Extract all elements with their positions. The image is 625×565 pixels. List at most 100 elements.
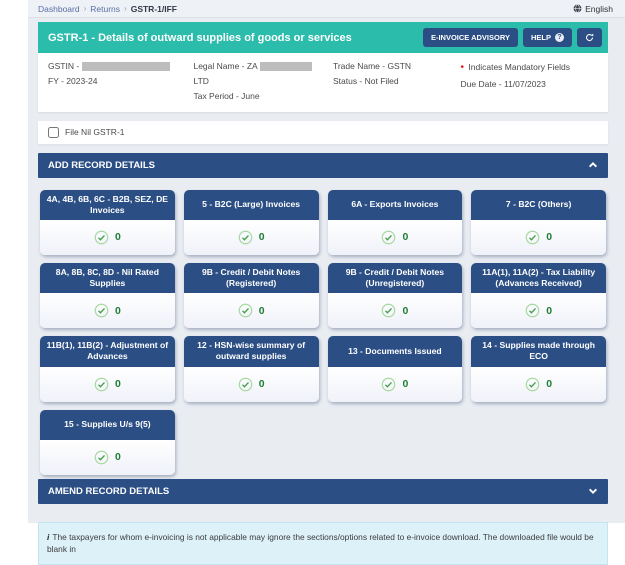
- record-tile[interactable]: 14 - Supplies made through ECO 0: [471, 336, 606, 401]
- record-tile[interactable]: 6A - Exports Invoices 0: [328, 190, 463, 255]
- tile-title: 8A, 8B, 8C, 8D - Nil Rated Supplies: [40, 263, 175, 293]
- redacted-gstin: [82, 62, 170, 71]
- info-col-1: GSTIN - FY - 2023-24: [48, 59, 185, 104]
- record-tile[interactable]: 12 - HSN-wise summary of outward supplie…: [184, 336, 319, 401]
- refresh-button[interactable]: [577, 28, 602, 47]
- tile-body: 0: [328, 293, 463, 328]
- record-tile[interactable]: 11B(1), 11B(2) - Adjustment of Advances …: [40, 336, 175, 401]
- record-tile[interactable]: 11A(1), 11A(2) - Tax Liability (Advances…: [471, 263, 606, 328]
- legal-name-value: Legal Name - ZA LTD: [193, 59, 325, 89]
- record-tile[interactable]: 9B - Credit / Debit Notes (Registered) 0: [184, 263, 319, 328]
- record-tile[interactable]: 4A, 4B, 6B, 6C - B2B, SEZ, DE Invoices 0: [40, 190, 175, 255]
- tile-count: 0: [546, 305, 552, 317]
- mandatory-dot-icon: •: [461, 62, 465, 73]
- breadcrumb-returns[interactable]: Returns: [90, 4, 120, 14]
- e-invoice-advisory-button[interactable]: E-INVOICE ADVISORY: [423, 28, 518, 47]
- tile-title: 9B - Credit / Debit Notes (Unregistered): [328, 263, 463, 293]
- page: Dashboard › Returns › GSTR-1/IFF English…: [28, 0, 625, 523]
- breadcrumb-separator: ›: [124, 4, 127, 13]
- tile-body: 0: [328, 367, 463, 402]
- globe-icon: [573, 4, 582, 13]
- language-selector[interactable]: English: [573, 4, 613, 14]
- page-title: GSTR-1 - Details of outward supplies of …: [48, 32, 352, 44]
- file-nil-label: File Nil GSTR-1: [65, 127, 125, 137]
- tile-title: 11B(1), 11B(2) - Adjustment of Advances: [40, 336, 175, 366]
- file-nil-checkbox[interactable]: [48, 127, 59, 138]
- check-circle-icon: [94, 303, 109, 318]
- due-date-value: Due Date - 11/07/2023: [461, 77, 598, 92]
- breadcrumb-dashboard[interactable]: Dashboard: [38, 4, 80, 14]
- breadcrumb-separator: ›: [84, 4, 87, 13]
- fy-value: FY - 2023-24: [48, 74, 185, 89]
- tile-body: 0: [328, 220, 463, 255]
- help-button[interactable]: HELP ?: [523, 28, 572, 47]
- tile-count: 0: [546, 378, 552, 390]
- tile-count: 0: [402, 305, 408, 317]
- tile-title: 5 - B2C (Large) Invoices: [184, 190, 319, 220]
- amend-record-details-header[interactable]: AMEND RECORD DETAILS: [38, 479, 608, 504]
- tile-title: 12 - HSN-wise summary of outward supplie…: [184, 336, 319, 366]
- tile-count: 0: [115, 231, 121, 243]
- check-circle-icon: [381, 377, 396, 392]
- tax-period-value: Tax Period - June: [193, 89, 325, 104]
- tile-body: 0: [471, 367, 606, 402]
- page-header: GSTR-1 - Details of outward supplies of …: [38, 22, 608, 53]
- tile-body: 0: [471, 220, 606, 255]
- tile-count: 0: [402, 231, 408, 243]
- breadcrumb: Dashboard › Returns › GSTR-1/IFF: [38, 4, 177, 14]
- e-invoice-advisory-label: E-INVOICE ADVISORY: [431, 33, 510, 42]
- tile-title: 6A - Exports Invoices: [328, 190, 463, 220]
- top-bar: Dashboard › Returns › GSTR-1/IFF English: [28, 0, 625, 18]
- tile-title: 13 - Documents Issued: [328, 336, 463, 366]
- amend-record-details-label: AMEND RECORD DETAILS: [48, 486, 169, 497]
- breadcrumb-current: GSTR-1/IFF: [131, 4, 177, 14]
- check-circle-icon: [381, 303, 396, 318]
- tile-count: 0: [402, 378, 408, 390]
- language-label: English: [585, 4, 613, 14]
- tile-title: 11A(1), 11A(2) - Tax Liability (Advances…: [471, 263, 606, 293]
- check-circle-icon: [238, 303, 253, 318]
- tile-body: 0: [40, 293, 175, 328]
- tile-count: 0: [115, 378, 121, 390]
- record-tile[interactable]: 5 - B2C (Large) Invoices 0: [184, 190, 319, 255]
- chevron-down-icon: [588, 486, 598, 496]
- add-record-details-header[interactable]: ADD RECORD DETAILS: [38, 153, 608, 178]
- check-circle-icon: [381, 230, 396, 245]
- file-nil-row: File Nil GSTR-1: [38, 121, 608, 144]
- tile-body: 0: [40, 367, 175, 402]
- info-col-2: Legal Name - ZA LTD Tax Period - June: [193, 59, 325, 104]
- gstin-value: GSTIN -: [48, 59, 185, 74]
- tile-body: 0: [40, 440, 175, 475]
- record-tile[interactable]: 9B - Credit / Debit Notes (Unregistered)…: [328, 263, 463, 328]
- tile-body: 0: [184, 220, 319, 255]
- tile-count: 0: [546, 231, 552, 243]
- return-info-panel: GSTIN - FY - 2023-24 Legal Name - ZA LTD…: [38, 53, 608, 112]
- check-circle-icon: [525, 377, 540, 392]
- check-circle-icon: [94, 377, 109, 392]
- record-tile[interactable]: 15 - Supplies U/s 9(5) 0: [40, 410, 175, 475]
- tile-count: 0: [259, 231, 265, 243]
- tile-title: 7 - B2C (Others): [471, 190, 606, 220]
- chevron-up-icon: [588, 160, 598, 170]
- refresh-icon: [585, 33, 594, 42]
- e-invoice-note-text: The taxpayers for whom e-invoicing is no…: [47, 532, 594, 555]
- check-circle-icon: [94, 450, 109, 465]
- check-circle-icon: [525, 303, 540, 318]
- tiles-grid: 4A, 4B, 6B, 6C - B2B, SEZ, DE Invoices 0…: [40, 190, 606, 475]
- info-col-4: • Indicates Mandatory Fields Due Date - …: [461, 59, 598, 104]
- tile-title: 4A, 4B, 6B, 6C - B2B, SEZ, DE Invoices: [40, 190, 175, 220]
- tile-title: 14 - Supplies made through ECO: [471, 336, 606, 366]
- help-label: HELP: [531, 33, 551, 42]
- e-invoice-note: iThe taxpayers for whom e-invoicing is n…: [38, 522, 608, 565]
- add-record-details-label: ADD RECORD DETAILS: [48, 160, 155, 171]
- tile-body: 0: [471, 293, 606, 328]
- check-circle-icon: [238, 377, 253, 392]
- record-tile[interactable]: 13 - Documents Issued 0: [328, 336, 463, 401]
- record-tile[interactable]: 7 - B2C (Others) 0: [471, 190, 606, 255]
- mandatory-note: • Indicates Mandatory Fields: [461, 59, 598, 77]
- redacted-legal-name: [260, 62, 312, 71]
- info-col-3: Trade Name - GSTN Status - Not Filed: [333, 59, 453, 104]
- trade-name-value: Trade Name - GSTN: [333, 59, 453, 74]
- record-tile[interactable]: 8A, 8B, 8C, 8D - Nil Rated Supplies 0: [40, 263, 175, 328]
- question-icon: ?: [555, 33, 564, 42]
